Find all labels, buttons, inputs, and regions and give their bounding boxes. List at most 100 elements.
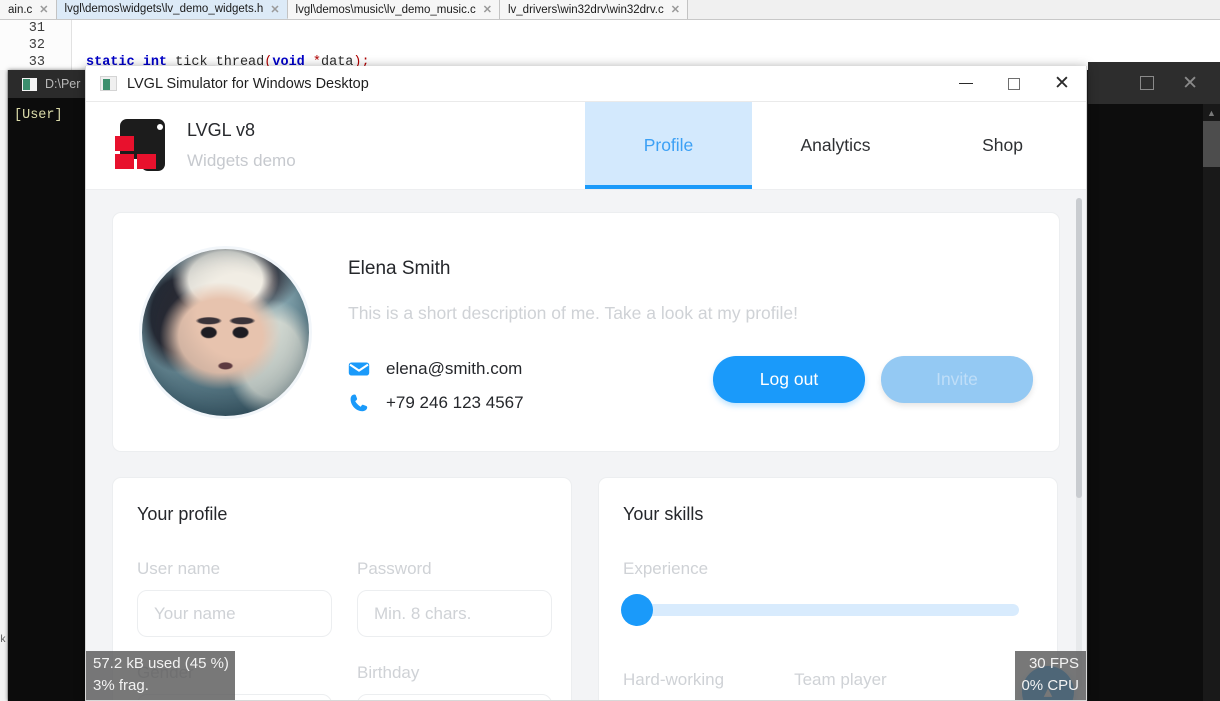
memory-frag-line: 3% frag. <box>93 677 149 694</box>
close-icon[interactable]: ✕ <box>671 3 680 16</box>
your-skills-title: Your skills <box>623 504 704 524</box>
cpu-line: 0% CPU <box>1021 677 1079 694</box>
tab-label: Analytics <box>800 135 871 155</box>
brand-subtitle: Widgets demo <box>187 151 296 170</box>
content-scrollbar[interactable] <box>1076 198 1082 688</box>
username-field-group: User name Your name <box>137 559 332 637</box>
password-label: Password <box>357 559 432 578</box>
birthday-field-group: Birthday <box>357 663 552 700</box>
invite-button[interactable]: Invite <box>881 355 1033 403</box>
editor-tab-label: lvgl\demos\widgets\lv_demo_widgets.h <box>64 3 264 15</box>
close-icon[interactable]: ✕ <box>270 3 279 16</box>
user-avatar <box>139 245 312 419</box>
phone-value: +79 246 123 4567 <box>386 392 524 412</box>
close-button[interactable]: ✕ <box>1038 66 1086 102</box>
hardworking-group: Hard-working <box>623 670 724 700</box>
tab-label: Shop <box>982 135 1023 155</box>
lower-cards-row: Your profile User name Your name Passwor… <box>112 477 1060 700</box>
tab-shop[interactable]: Shop <box>919 102 1086 189</box>
minimize-icon <box>959 82 973 85</box>
editor-tab-lv-demo-widgets-h[interactable]: lvgl\demos\widgets\lv_demo_widgets.h ✕ <box>56 0 288 19</box>
profile-contact-row: elena@smith.com +79 246 123 4567 Log out… <box>348 355 1033 413</box>
editor-tab-lv-demo-music-c[interactable]: lvgl\demos\music\lv_demo_music.c ✕ <box>287 0 500 19</box>
envelope-icon <box>348 361 370 377</box>
window-controls: ✕ <box>942 66 1086 102</box>
close-icon[interactable]: ✕ <box>39 3 48 16</box>
your-skills-card: Your skills Experience Hard-working Team <box>598 477 1058 700</box>
lvgl-canvas: LVGL v8 Widgets demo Profile Analytics S… <box>86 102 1086 700</box>
editor-tab-label: ain.c <box>8 3 33 16</box>
tab-bar: Profile Analytics Shop <box>585 102 1086 189</box>
user-name: Elena Smith <box>348 257 451 279</box>
terminal-scrollbar[interactable]: ▲ <box>1203 104 1220 701</box>
memory-monitor-overlay: 57.2 kB used (45 %) 3% frag. <box>86 651 235 700</box>
experience-label: Experience <box>623 559 709 578</box>
minimize-button[interactable] <box>942 66 990 102</box>
experience-slider[interactable] <box>621 594 1019 626</box>
profile-actions: Log out Invite <box>713 355 1033 413</box>
username-label: User name <box>137 559 221 578</box>
editor-tab-main-c[interactable]: ain.c ✕ <box>0 0 57 19</box>
maximize-icon <box>1008 77 1020 90</box>
tab-content-profile: Elena Smith This is a short description … <box>86 190 1086 700</box>
your-profile-title: Your profile <box>137 504 228 524</box>
performance-monitor-overlay: 30 FPS 0% CPU <box>1015 651 1086 700</box>
simulator-title-bar[interactable]: LVGL Simulator for Windows Desktop ✕ <box>86 66 1086 102</box>
phone-icon <box>348 393 370 413</box>
simulator-title-text: LVGL Simulator for Windows Desktop <box>127 75 369 92</box>
password-input[interactable]: Min. 8 chars. <box>357 590 552 637</box>
contact-phone: +79 246 123 4567 <box>348 393 713 413</box>
console-icon <box>22 77 37 91</box>
skills-switch-row: Hard-working Team player <box>623 670 1033 700</box>
scrollbar-thumb[interactable] <box>1203 121 1220 167</box>
lvgl-header: LVGL v8 Widgets demo Profile Analytics S… <box>86 102 1086 190</box>
contact-list: elena@smith.com +79 246 123 4567 <box>348 359 713 413</box>
brand-title: LVGL v8 <box>187 120 256 140</box>
editor-tab-bar: ain.c ✕ lvgl\demos\widgets\lv_demo_widge… <box>0 0 1220 20</box>
line-number: 32 <box>28 38 45 53</box>
fps-line: 30 FPS <box>1028 655 1079 672</box>
close-icon[interactable]: ✕ <box>483 3 492 16</box>
scrollbar-thumb[interactable] <box>1076 198 1082 498</box>
code-editor[interactable]: 31 32 33 static int tick_thread(void *da… <box>0 20 1220 172</box>
editor-tab-label: lv_drivers\win32drv\win32drv.c <box>507 3 664 16</box>
contact-email: elena@smith.com <box>348 359 713 379</box>
editor-tab-win32drv-c[interactable]: lv_drivers\win32drv\win32drv.c ✕ <box>499 0 688 19</box>
birthday-input[interactable] <box>357 694 552 700</box>
strip-char-top: k <box>0 635 7 646</box>
console-title-text: D:\Per <box>45 77 81 91</box>
close-icon[interactable]: ✕ <box>1182 74 1198 93</box>
line-number-gutter: 31 32 33 <box>0 20 72 70</box>
terminal-window[interactable]: ✕ ▲ <box>1088 62 1220 701</box>
memory-usage-line: 57.2 kB used (45 %) <box>93 655 229 672</box>
log-out-button[interactable]: Log out <box>713 355 865 403</box>
lvgl-logo-icon <box>112 117 169 174</box>
editor-tab-bar-filler <box>687 0 1220 19</box>
profile-info: Elena Smith This is a short description … <box>348 252 1033 413</box>
email-value: elena@smith.com <box>386 358 523 378</box>
console-output-line: [User] <box>14 108 63 123</box>
username-input[interactable]: Your name <box>137 590 332 637</box>
brand-text: LVGL v8 Widgets demo <box>187 120 296 171</box>
profile-field-row-1: User name Your name Password Min. 8 char… <box>137 559 552 637</box>
line-number: 33 <box>28 55 45 70</box>
tab-analytics[interactable]: Analytics <box>752 102 919 189</box>
slider-knob[interactable] <box>621 594 653 626</box>
birthday-label: Birthday <box>357 663 420 682</box>
brand-block: LVGL v8 Widgets demo <box>86 102 585 189</box>
password-field-group: Password Min. 8 chars. <box>357 559 552 637</box>
tab-label: Profile <box>643 135 694 155</box>
background-panel-strip: k g <box>0 70 8 701</box>
terminal-title-bar: ✕ <box>1088 62 1220 104</box>
chevron-up-icon[interactable]: ▲ <box>1203 104 1220 121</box>
teamplayer-label: Team player <box>794 670 887 689</box>
close-icon: ✕ <box>1054 73 1070 94</box>
screen: ain.c ✕ lvgl\demos\widgets\lv_demo_widge… <box>0 0 1220 701</box>
tab-profile[interactable]: Profile <box>585 102 752 189</box>
lvgl-simulator-window[interactable]: LVGL Simulator for Windows Desktop ✕ LVG… <box>85 66 1087 701</box>
line-number: 31 <box>28 21 45 36</box>
hardworking-label: Hard-working <box>623 670 725 689</box>
maximize-button[interactable] <box>990 66 1038 102</box>
app-icon <box>100 76 117 91</box>
maximize-icon[interactable] <box>1140 76 1155 90</box>
